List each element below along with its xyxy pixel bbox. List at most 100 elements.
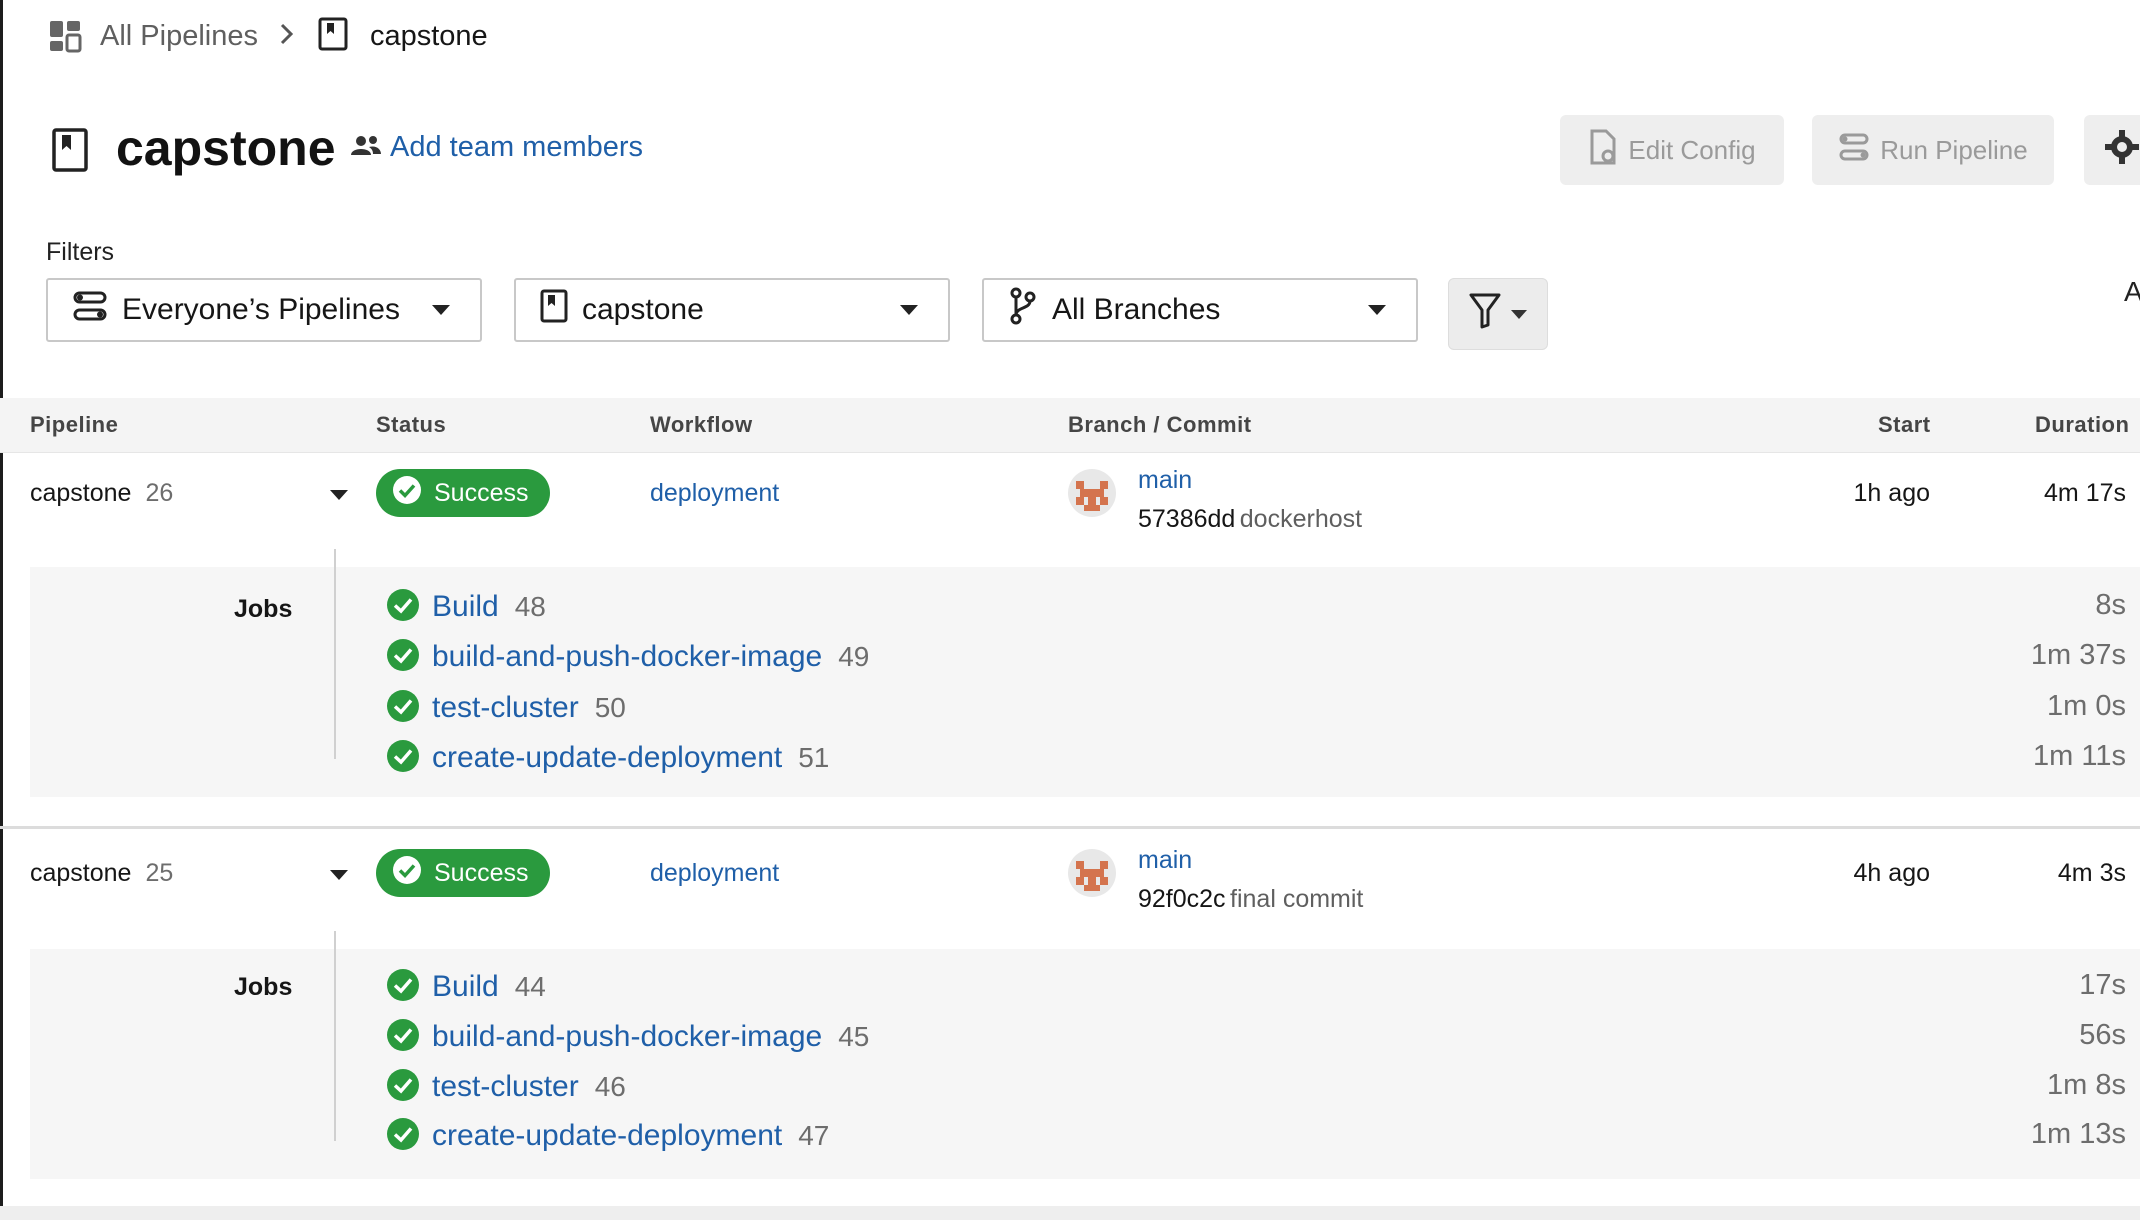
job-name[interactable]: test-cluster <box>432 691 579 725</box>
settings-button[interactable] <box>2084 115 2140 185</box>
job-row[interactable]: create-update-deployment 51 <box>386 736 829 780</box>
pipeline-row[interactable]: capstone 26 Success deployment main 57386… <box>0 453 2140 828</box>
edit-config-label: Edit Config <box>1628 134 1756 165</box>
pipeline-icon <box>1838 132 1870 169</box>
table-header: Pipeline Status Workflow Branch / Commit… <box>0 398 2140 453</box>
check-circle-icon <box>386 588 420 627</box>
job-name[interactable]: build-and-push-docker-image <box>432 1020 822 1054</box>
branch-filter-dropdown[interactable]: All Branches <box>982 278 1418 342</box>
jobs-panel: Jobs <box>30 567 2140 797</box>
job-duration: 8s <box>2095 589 2126 621</box>
pipeline-number: 25 <box>145 859 174 887</box>
job-row[interactable]: build-and-push-docker-image 49 <box>386 635 869 679</box>
jobs-label: Jobs <box>234 595 293 623</box>
col-pipeline[interactable]: Pipeline <box>30 412 118 438</box>
filters-label: Filters <box>46 238 115 266</box>
check-circle-icon <box>386 739 420 778</box>
check-circle-icon <box>386 1117 420 1156</box>
row-separator <box>0 1206 2140 1220</box>
job-row[interactable]: Build 44 <box>386 965 546 1009</box>
job-duration: 1m 0s <box>2047 690 2126 722</box>
commit-message: final commit <box>1230 885 1364 913</box>
caret-down-icon <box>1511 309 1527 319</box>
run-pipeline-button[interactable]: Run Pipeline <box>1812 115 2054 185</box>
commit-info[interactable]: 92f0c2c final commit <box>1138 885 1363 914</box>
status-label: Success <box>434 478 529 507</box>
workflow-link[interactable]: deployment <box>650 479 779 508</box>
job-row[interactable]: Build 48 <box>386 585 546 629</box>
job-number: 45 <box>838 1021 870 1052</box>
job-name[interactable]: create-update-deployment <box>432 1119 782 1153</box>
job-row[interactable]: test-cluster 50 <box>386 686 626 730</box>
col-workflow[interactable]: Workflow <box>650 412 753 438</box>
row-separator <box>0 826 2140 829</box>
pipeline-name: capstone <box>30 859 132 887</box>
expand-caret-icon[interactable] <box>330 490 348 500</box>
jobs-label: Jobs <box>234 973 293 1001</box>
check-circle-icon <box>386 968 420 1007</box>
job-name[interactable]: test-cluster <box>432 1070 579 1104</box>
pipeline-name-cell[interactable]: capstone 25 <box>30 859 173 888</box>
col-duration[interactable]: Duration <box>2035 412 2129 438</box>
workflow-link[interactable]: deployment <box>650 859 779 888</box>
job-name[interactable]: create-update-deployment <box>432 741 782 775</box>
job-number: 49 <box>838 641 870 672</box>
check-circle-icon <box>386 1018 420 1057</box>
col-start[interactable]: Start <box>1878 412 1931 438</box>
add-team-members-link[interactable]: Add team members <box>350 130 643 164</box>
job-number: 44 <box>514 971 546 1002</box>
branch-link[interactable]: main <box>1138 846 1192 875</box>
job-row[interactable]: test-cluster 46 <box>386 1065 626 1109</box>
breadcrumb: All Pipelines capstone <box>48 16 488 56</box>
status-badge[interactable]: Success <box>376 849 550 897</box>
pipeline-name-cell[interactable]: capstone 26 <box>30 479 173 508</box>
job-row[interactable]: create-update-deployment 47 <box>386 1114 829 1158</box>
commit-info[interactable]: 57386dd dockerhost <box>1138 505 1362 534</box>
commit-hash: 92f0c2c <box>1138 885 1226 913</box>
job-duration: 1m 13s <box>2030 1118 2126 1150</box>
avatar[interactable] <box>1068 849 1116 902</box>
col-status[interactable]: Status <box>376 412 446 438</box>
branch-link[interactable]: main <box>1138 466 1192 495</box>
project-icon <box>540 289 568 331</box>
job-name[interactable]: Build <box>432 970 499 1004</box>
run-pipeline-label: Run Pipeline <box>1880 134 2028 165</box>
branch-icon <box>1008 287 1038 333</box>
status-label: Success <box>434 858 529 887</box>
expand-caret-icon[interactable] <box>330 870 348 880</box>
caret-down-icon <box>1368 305 1386 315</box>
job-duration: 1m 11s <box>2033 740 2126 772</box>
jobs-panel: Jobs <box>30 949 2140 1179</box>
col-branch-commit[interactable]: Branch / Commit <box>1068 412 1252 438</box>
avatar[interactable] <box>1068 469 1116 522</box>
funnel-icon <box>1469 292 1501 337</box>
pipeline-icon <box>72 290 108 330</box>
duration: 4m 17s <box>2044 479 2126 507</box>
job-duration: 1m 8s <box>2047 1069 2126 1101</box>
check-circle-icon <box>386 689 420 728</box>
job-row[interactable]: build-and-push-docker-image 45 <box>386 1015 869 1059</box>
pipeline-name: capstone <box>30 479 132 507</box>
add-team-members-label: Add team members <box>390 131 644 163</box>
job-name[interactable]: build-and-push-docker-image <box>432 640 822 674</box>
breadcrumb-all-pipelines[interactable]: All Pipelines <box>100 19 258 53</box>
job-number: 48 <box>514 591 546 622</box>
title-project-icon <box>52 128 88 177</box>
project-filter-dropdown[interactable]: capstone <box>514 278 950 342</box>
edit-config-button[interactable]: Edit Config <box>1560 115 1784 185</box>
owner-filter-dropdown[interactable]: Everyone’s Pipelines <box>46 278 482 342</box>
status-badge[interactable]: Success <box>376 469 550 517</box>
job-tree-line <box>334 931 336 1141</box>
caret-down-icon <box>432 305 450 315</box>
caret-down-icon <box>900 305 918 315</box>
pipeline-row[interactable]: capstone 25 Success deployment main 92f0c… <box>0 835 2140 1210</box>
dashboard-icon[interactable] <box>48 19 82 53</box>
people-icon <box>350 133 384 162</box>
job-name[interactable]: Build <box>432 590 499 624</box>
job-tree-line <box>334 549 336 759</box>
file-settings-icon <box>1588 129 1618 172</box>
advanced-filter-button[interactable] <box>1448 278 1548 350</box>
project-icon <box>318 17 348 56</box>
job-duration: 56s <box>2079 1019 2126 1051</box>
start-time: 4h ago <box>1853 859 1930 887</box>
